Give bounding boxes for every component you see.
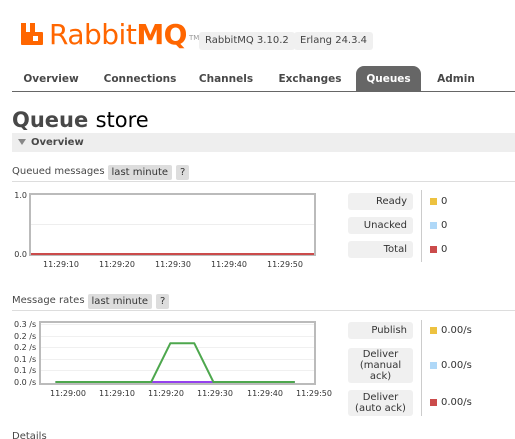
rates-legend-value: 0.00/s	[441, 324, 472, 336]
x-tick-label: 11:29:30	[155, 260, 191, 269]
rabbitmq-logo[interactable]: RabbitMQ TM	[20, 18, 199, 50]
rates-legend-value: 0.00/s	[441, 397, 472, 408]
x-tick-label: 11:29:30	[197, 389, 233, 398]
rates-legend-value: 0.00/s	[441, 359, 472, 371]
rates-legend-label: Publish	[348, 322, 413, 339]
y-tick-label: 0.2 /s	[14, 343, 36, 352]
queued-messages-header: Queued messages last minute ?	[12, 164, 190, 180]
queued-legend-swatch	[430, 245, 437, 253]
queued-legend-label: Ready	[348, 193, 413, 210]
details-section-label: Details	[12, 431, 47, 439]
y-tick-label: 0.1 /s	[14, 366, 36, 375]
queued-messages-chart: 1.0 0.0 11:29:10 11:29:20 11:29:30 11:29:40 1…	[14, 191, 316, 269]
tab-exchanges[interactable]: Exchanges	[268, 66, 352, 92]
x-tick-label: 11:29:40	[211, 260, 247, 269]
tab-queues[interactable]: Queues	[356, 66, 421, 92]
rates-legend-swatch	[430, 361, 437, 369]
queued-legend-value: 0	[441, 219, 448, 231]
legend-separator	[421, 320, 422, 416]
queued-legend-value: 0	[441, 243, 448, 255]
y-tick-label: 0.0 /s	[14, 378, 36, 387]
queued-legend-swatch	[430, 221, 437, 229]
rates-legend-swatch	[430, 399, 437, 406]
tab-connections[interactable]: Connections	[94, 66, 186, 92]
logo-text: RabbitMQ	[49, 18, 187, 51]
message-rates-help-button[interactable]: ?	[156, 293, 170, 309]
y-tick-label: 0.3 /s	[14, 320, 36, 329]
y-tick-label: 0.1 /s	[14, 355, 36, 364]
divider	[12, 181, 515, 182]
tab-channels[interactable]: Channels	[190, 66, 262, 92]
main-nav-tabs: Overview Connections Channels Exchanges …	[12, 66, 515, 92]
message-rates-label: Message rates	[12, 295, 85, 306]
x-tick-label: 11:29:10	[43, 260, 79, 269]
queued-legend-value: 0	[441, 195, 448, 207]
erlang-version-badge: Erlang 24.3.4	[294, 32, 374, 50]
x-tick-label: 11:29:50	[296, 389, 332, 398]
rabbitmq-logo-icon	[21, 23, 43, 45]
queued-messages-help-button[interactable]: ?	[176, 164, 190, 180]
tab-overview[interactable]: Overview	[12, 66, 90, 92]
rabbitmq-version-badge: RabbitMQ 3.10.2	[199, 32, 295, 50]
message-rates-header: Message rates last minute ?	[12, 293, 170, 309]
y-tick-label: 0.0	[14, 250, 27, 259]
x-tick-label: 11:29:00	[50, 389, 86, 398]
message-rates-chart: 0.3 /s 0.2 /s 0.2 /s 0.1 /s 0.1 /s 0.0 /s 11:…	[14, 320, 332, 398]
logo-trademark: TM	[188, 34, 200, 42]
header: RabbitMQ TM RabbitMQ 3.10.2 Erlang 24.3.…	[0, 0, 515, 66]
overview-section-toggle[interactable]: Overview	[12, 133, 515, 152]
divider	[12, 310, 515, 311]
page-title: Queue store	[12, 108, 149, 132]
queued-legend-label: Unacked	[348, 217, 413, 234]
y-tick-label: 1.0	[14, 191, 27, 200]
x-tick-label: 11:29:40	[247, 389, 283, 398]
legend-separator	[421, 190, 422, 262]
x-tick-label: 11:29:20	[148, 389, 184, 398]
y-tick-label: 0.2 /s	[14, 332, 36, 341]
overview-section-label: Overview	[31, 137, 84, 148]
queued-messages-label: Queued messages	[12, 166, 105, 177]
rates-legend-swatch	[430, 326, 437, 334]
x-tick-label: 11:29:50	[267, 260, 303, 269]
rates-legend-label: Deliver (auto ack)	[348, 390, 413, 416]
x-tick-label: 11:29:20	[99, 260, 135, 269]
chart-frame	[39, 321, 316, 385]
queued-legend-label: Total	[348, 241, 413, 258]
tab-admin[interactable]: Admin	[428, 66, 484, 92]
page-title-prefix: Queue	[12, 108, 89, 132]
collapse-arrow-icon	[18, 139, 26, 145]
queue-name: store	[95, 108, 149, 132]
rates-legend-label: Deliver (manual ack)	[348, 348, 413, 383]
x-tick-label: 11:29:10	[99, 389, 135, 398]
queued-legend-swatch	[430, 197, 437, 205]
queued-messages-range-selector[interactable]: last minute	[107, 164, 173, 180]
message-rates-range-selector[interactable]: last minute	[87, 293, 153, 309]
